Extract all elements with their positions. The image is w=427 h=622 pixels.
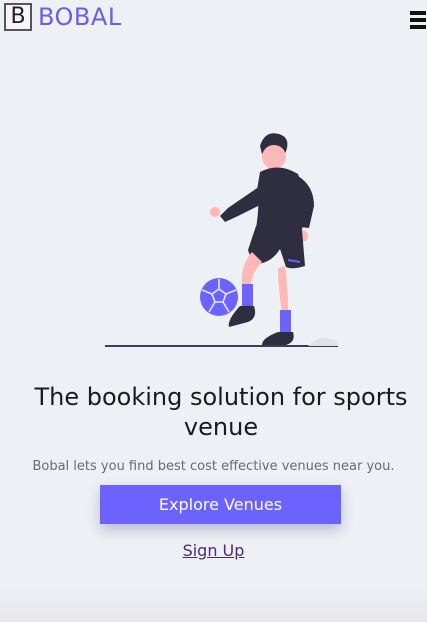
logo-mark: B — [4, 3, 32, 31]
logo-link[interactable]: B BOBAL — [4, 3, 122, 31]
soccer-player-illustration — [105, 133, 338, 347]
ground-bump — [308, 337, 338, 346]
player-shoe — [262, 332, 294, 345]
bottom-fade — [0, 584, 427, 622]
navbar: B BOBAL — [0, 0, 427, 40]
page: B BOBAL The booking solution for sports … — [0, 0, 427, 622]
hamburger-menu-icon[interactable] — [410, 11, 426, 31]
player-sock — [280, 310, 291, 332]
description-text: Bobal lets you find best cost effective … — [32, 459, 395, 474]
brand-name: BOBAL — [38, 3, 122, 31]
sign-up-link[interactable]: Sign Up — [0, 541, 427, 560]
explore-venues-button[interactable]: Explore Venues — [100, 485, 341, 524]
headline: The booking solution for sports venue — [34, 383, 408, 441]
player-torso — [256, 167, 308, 232]
player-head — [262, 145, 286, 169]
